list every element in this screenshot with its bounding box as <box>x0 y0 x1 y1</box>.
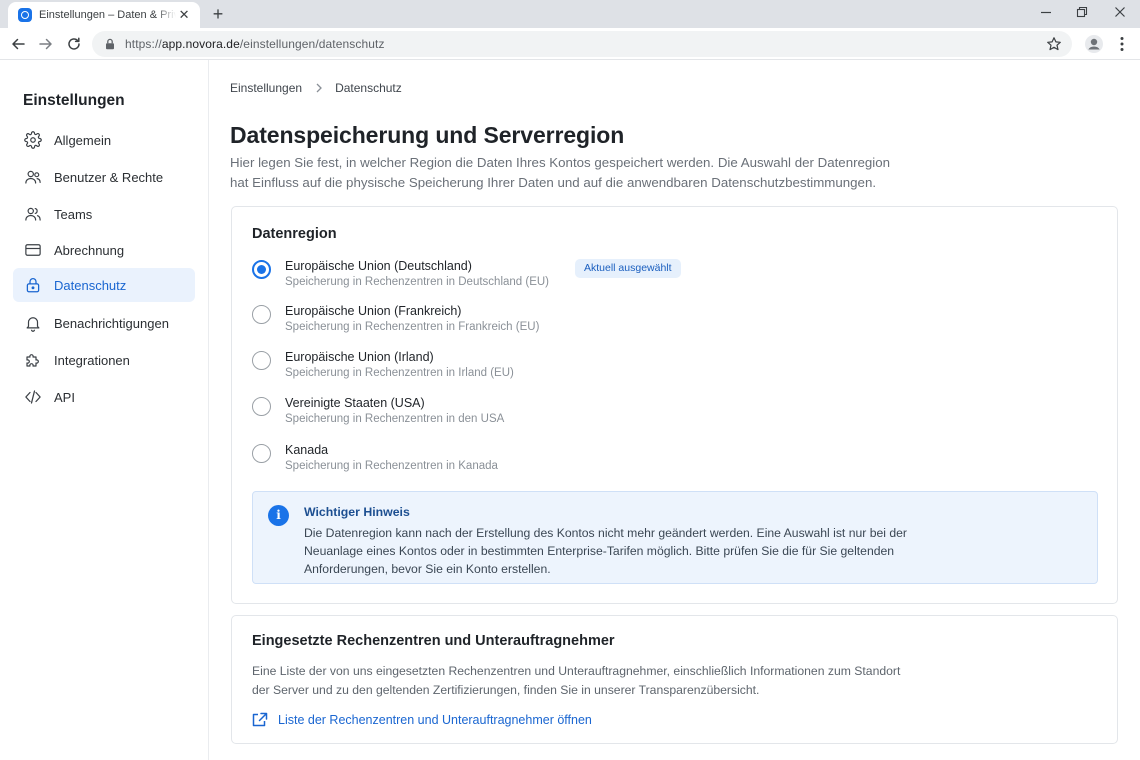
datacenters-card: Eingesetzte Rechenzentren und Unterauftr… <box>231 615 1118 744</box>
sidebar-item-label: Datenschutz <box>54 277 127 293</box>
notice-text: Die Datenregion kann nach der Erstellung… <box>304 526 907 576</box>
region-option-description: Speicherung in Rechenzentren in Deutschl… <box>285 276 550 288</box>
url-text: https://app.novora.de/einstellungen/date… <box>125 37 385 51</box>
notice-title: Wichtiger Hinweis <box>304 505 410 519</box>
sidebar-item-benachrichtigungen[interactable]: Benachrichtigungen <box>13 306 195 340</box>
sidebar-item-label: Abrechnung <box>54 242 125 258</box>
back-arrow-icon[interactable] <box>8 34 28 54</box>
sidebar-item-datenschutz[interactable]: Datenschutz <box>13 268 195 302</box>
region-option-ca[interactable]: Kanada Speicherung in Rechenzentren in K… <box>252 442 752 480</box>
page-description: Hier legen Sie fest, in welcher Region d… <box>230 155 891 190</box>
sidebar-item-teams[interactable]: Teams <box>13 197 195 231</box>
radio-button[interactable] <box>252 444 271 463</box>
bell-icon <box>23 313 43 333</box>
region-option-label: Europäische Union (Deutschland) <box>285 259 472 273</box>
page-title: Datenspeicherung und Serverregion <box>230 122 625 148</box>
sidebar-item-label: Integrationen <box>54 352 130 368</box>
gear-icon <box>23 130 43 150</box>
radio-button[interactable] <box>252 351 271 370</box>
region-option-description: Speicherung in Rechenzentren in den USA <box>285 413 505 425</box>
minimize-icon[interactable] <box>1036 4 1056 24</box>
url-host: app.novora.de <box>161 37 240 51</box>
breadcrumb: Einstellungen Datenschutz <box>230 81 402 95</box>
padlock-icon[interactable] <box>104 38 116 50</box>
region-option-fr[interactable]: Europäische Union (Frankreich) Speicheru… <box>252 303 752 341</box>
external-link-icon <box>252 712 268 727</box>
breadcrumb-current: Datenschutz <box>335 81 402 95</box>
address-bar[interactable]: https://app.novora.de/einstellungen/date… <box>92 31 1072 57</box>
code-icon <box>23 387 43 407</box>
data-region-card: Datenregion Europäische Union (Deutschla… <box>231 206 1118 604</box>
sidebar-item-label: Allgemein <box>54 132 112 148</box>
important-notice: i Wichtiger Hinweis Die Datenregion kann… <box>252 491 1098 584</box>
chevron-right-icon <box>316 83 322 93</box>
sidebar-item-allgemein[interactable]: Allgemein <box>13 123 195 157</box>
region-option-description: Speicherung in Rechenzentren in Kanada <box>285 460 498 472</box>
sidebar-item-abrechnung[interactable]: Abrechnung <box>13 233 195 267</box>
breadcrumb-parent-link[interactable]: Einstellungen <box>230 81 302 95</box>
datacenters-title: Eingesetzte Rechenzentren und Unterauftr… <box>252 633 615 649</box>
restore-window-icon[interactable] <box>1072 4 1092 24</box>
team-icon <box>23 204 43 224</box>
region-option-us[interactable]: Vereinigte Staaten (USA) Speicherung in … <box>252 395 752 433</box>
info-icon: i <box>268 505 289 526</box>
credit-card-icon <box>23 240 43 260</box>
region-option-description: Speicherung in Rechenzentren in Frankrei… <box>285 321 540 333</box>
close-window-icon[interactable] <box>1110 4 1130 24</box>
url-protocol: https:// <box>125 37 162 51</box>
datacenter-link-label: Liste der Rechenzentren und Unterauftrag… <box>278 713 592 727</box>
region-option-de[interactable]: Europäische Union (Deutschland) Speicher… <box>252 258 752 296</box>
sidebar-item-label: Teams <box>54 206 93 222</box>
browser-tab-bar: Einstellungen – Daten & Privatsphäre ✕ + <box>0 0 1140 28</box>
browser-tab[interactable]: Einstellungen – Daten & Privatsphäre ✕ <box>8 2 200 28</box>
radio-button-checked[interactable] <box>252 260 271 279</box>
sidebar-item-benutzer-rechte[interactable]: Benutzer & Rechte <box>13 160 195 194</box>
open-datacenter-list-link[interactable]: Liste der Rechenzentren und Unterauftrag… <box>252 712 592 728</box>
sidebar-item-label: Benachrichtigungen <box>54 315 169 331</box>
reload-icon[interactable] <box>64 34 84 54</box>
radio-button[interactable] <box>252 305 271 324</box>
radio-button[interactable] <box>252 397 271 416</box>
selected-badge: Aktuell ausgewählt <box>575 259 681 278</box>
bookmark-star-icon[interactable] <box>1046 36 1062 52</box>
region-option-ie[interactable]: Europäische Union (Irland) Speicherung i… <box>252 349 752 387</box>
tab-title: Einstellungen – Daten & Privatsphäre <box>39 9 176 21</box>
close-tab-icon[interactable]: ✕ <box>176 7 192 23</box>
sidebar-title: Einstellungen <box>23 92 125 109</box>
profile-avatar-icon[interactable] <box>1084 34 1104 54</box>
region-option-label: Europäische Union (Frankreich) <box>285 304 462 318</box>
settings-sidebar: Einstellungen Allgemein Benutzer & Recht… <box>0 60 209 760</box>
browser-toolbar: https://app.novora.de/einstellungen/date… <box>0 28 1140 60</box>
region-option-label: Vereinigte Staaten (USA) <box>285 396 425 410</box>
sidebar-item-api[interactable]: API <box>13 380 195 414</box>
new-tab-button[interactable]: + <box>208 4 228 24</box>
lock-icon <box>23 275 43 295</box>
sidebar-item-label: Benutzer & Rechte <box>54 169 164 185</box>
favicon-icon <box>18 8 32 22</box>
data-region-title: Datenregion <box>252 226 337 242</box>
users-icon <box>23 167 43 187</box>
sidebar-item-label: API <box>54 389 75 405</box>
region-option-label: Europäische Union (Irland) <box>285 350 434 364</box>
datacenters-description: Eine Liste der von uns eingesetzten Rech… <box>252 664 901 697</box>
url-path: /einstellungen/datenschutz <box>239 37 385 51</box>
region-option-label: Kanada <box>285 443 329 457</box>
puzzle-icon <box>23 350 43 370</box>
browser-menu-icon[interactable] <box>1112 34 1132 54</box>
forward-arrow-icon[interactable] <box>36 34 56 54</box>
region-option-description: Speicherung in Rechenzentren in Irland (… <box>285 367 514 379</box>
sidebar-item-integrationen[interactable]: Integrationen <box>13 343 195 377</box>
